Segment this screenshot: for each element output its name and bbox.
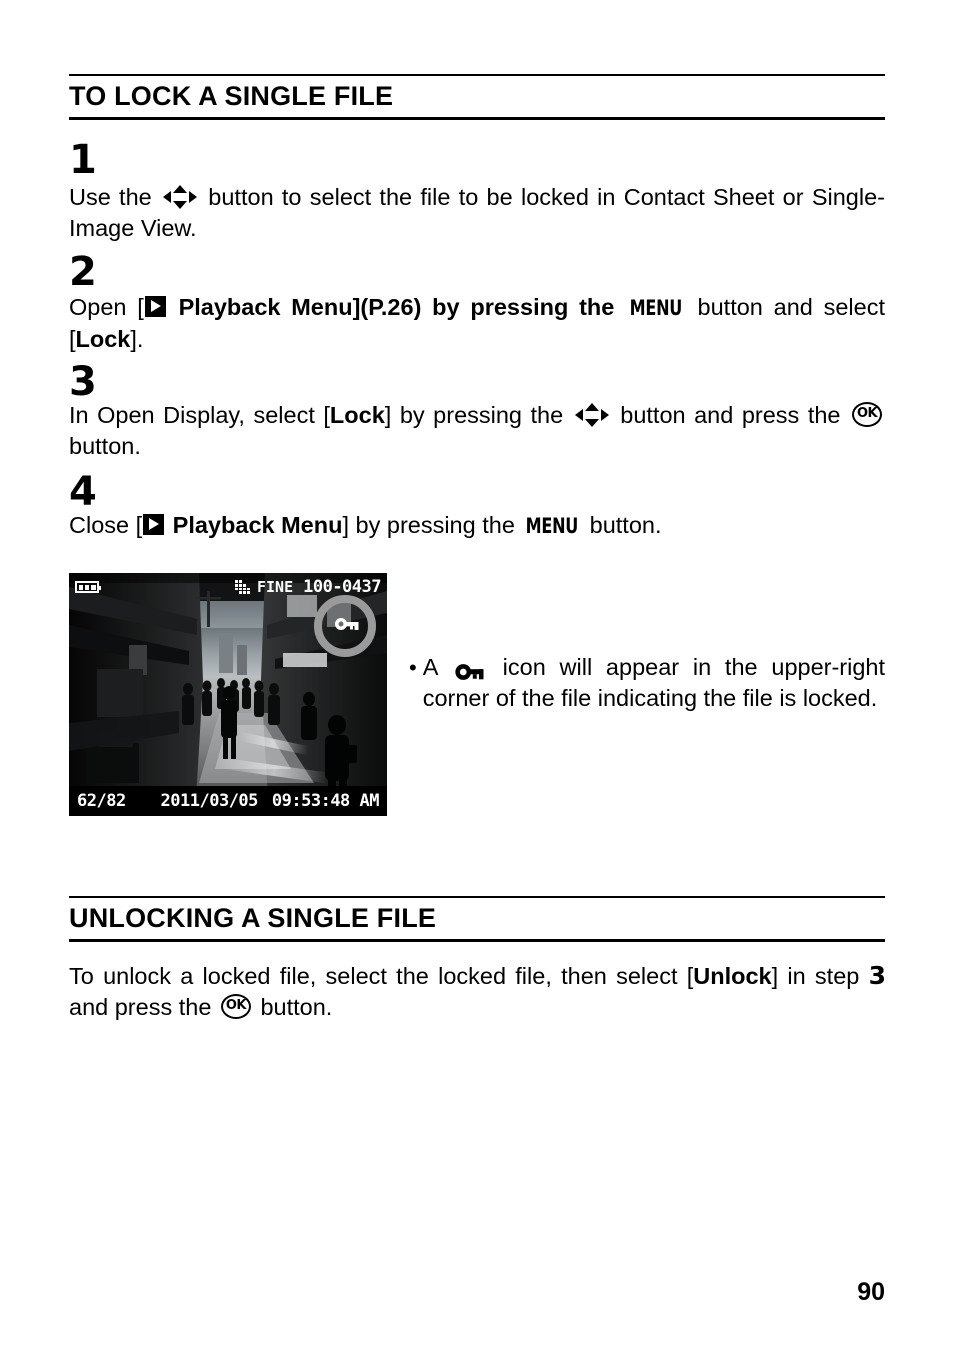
note-text: A icon will appear in the upper-right co… (423, 652, 885, 714)
heading-rule-bottom (69, 116, 885, 120)
quality-label: FINE (256, 578, 294, 596)
heading-rule-bottom (69, 938, 885, 942)
step-number-1: 1 (69, 137, 97, 183)
unlock-part1: To unlock a locked file, select the lock… (69, 963, 694, 989)
key-icon (455, 658, 485, 680)
camera-lcd-screenshot: FINE 100-0437 62/82 2011/03/05 09:53:48 … (69, 573, 387, 816)
step-number-2: 2 (69, 249, 97, 295)
menu-button-icon: MENU (629, 296, 683, 320)
section-heading-lock: TO LOCK A SINGLE FILE (69, 74, 885, 120)
step-3-part3: ] by pressing the (384, 402, 564, 428)
manual-page: TO LOCK A SINGLE FILE 1 Use the button t… (0, 0, 954, 1348)
step-number-4: 4 (69, 469, 97, 515)
step-2-part3: ]( (352, 294, 369, 320)
unlock-paragraph: To unlock a locked file, select the lock… (69, 960, 886, 1023)
note-part1: A (422, 654, 438, 680)
step-4-part4: button. (589, 512, 662, 538)
lock-icon-note: • A icon will appear in the upper-right … (409, 652, 885, 714)
unlock-part4: and press the (69, 994, 212, 1020)
frame-counter: 62/82 (77, 791, 126, 811)
dpad-icon (163, 184, 198, 209)
key-lock-icon (335, 618, 359, 630)
dpad-icon (574, 402, 609, 427)
unlock-part5: button. (260, 994, 333, 1020)
unlock-title: UNLOCKING A SINGLE FILE (69, 903, 437, 933)
step-reference: 3 (868, 961, 886, 990)
capture-date: 2011/03/05 (160, 791, 259, 811)
capture-time: 09:53:48 AM (271, 791, 380, 811)
step-4-text: Close [ Playback Menu] by pressing the M… (69, 510, 885, 542)
image-quality-grid-icon (234, 580, 250, 594)
bullet-marker: • (409, 655, 417, 680)
page-number: 90 (857, 1278, 885, 1306)
step-2-part1: Open [ (69, 294, 144, 320)
playback-icon (143, 514, 165, 536)
note-part2: icon will appear in the upper-right corn… (422, 654, 886, 711)
step-1-text: Use the button to select the file to be … (69, 182, 885, 244)
page-title: TO LOCK A SINGLE FILE (69, 81, 394, 111)
step-1-text-before: Use the (69, 184, 152, 210)
step-2-page-ref: P.26 (368, 294, 414, 320)
step-2-text: Open [ Playback Menu](P.26) by pressing … (69, 292, 885, 355)
step-2-lock-label: Lock (75, 326, 131, 352)
step-4-part1: Close [ (69, 512, 143, 538)
step-2-part7: ]. (130, 326, 144, 352)
playback-icon (144, 296, 166, 318)
step-3-part4: button and press the (620, 402, 841, 428)
step-4-playback-menu-label: Playback Menu (172, 512, 343, 538)
step-2-part4-paren: ) by pressing the (413, 294, 615, 320)
ok-button-icon: OK (220, 994, 251, 1020)
menu-button-icon: MENU (526, 514, 579, 538)
lcd-bottom-osd: 62/82 2011/03/05 09:53:48 AM (69, 786, 387, 816)
step-3-part5: button. (69, 433, 141, 459)
step-4-part3: ] by pressing the (342, 512, 515, 538)
ok-button-icon: OK (852, 402, 883, 428)
key-icon-glyph (455, 663, 484, 680)
step-number-3: 3 (69, 359, 97, 405)
section-heading-unlock: UNLOCKING A SINGLE FILE (69, 896, 885, 942)
unlock-label: Unlock (693, 963, 772, 989)
step-3-lock-label: Lock (329, 402, 385, 428)
unlock-part3: ] in step (771, 963, 860, 989)
step-2-playback-menu-label: Playback Menu (178, 294, 353, 320)
battery-full-icon (75, 581, 101, 593)
step-3-part1: In Open Display, select [ (69, 402, 330, 428)
step-3-text: In Open Display, select [Lock] by pressi… (69, 400, 885, 462)
file-number: 100-0437 (303, 577, 381, 597)
